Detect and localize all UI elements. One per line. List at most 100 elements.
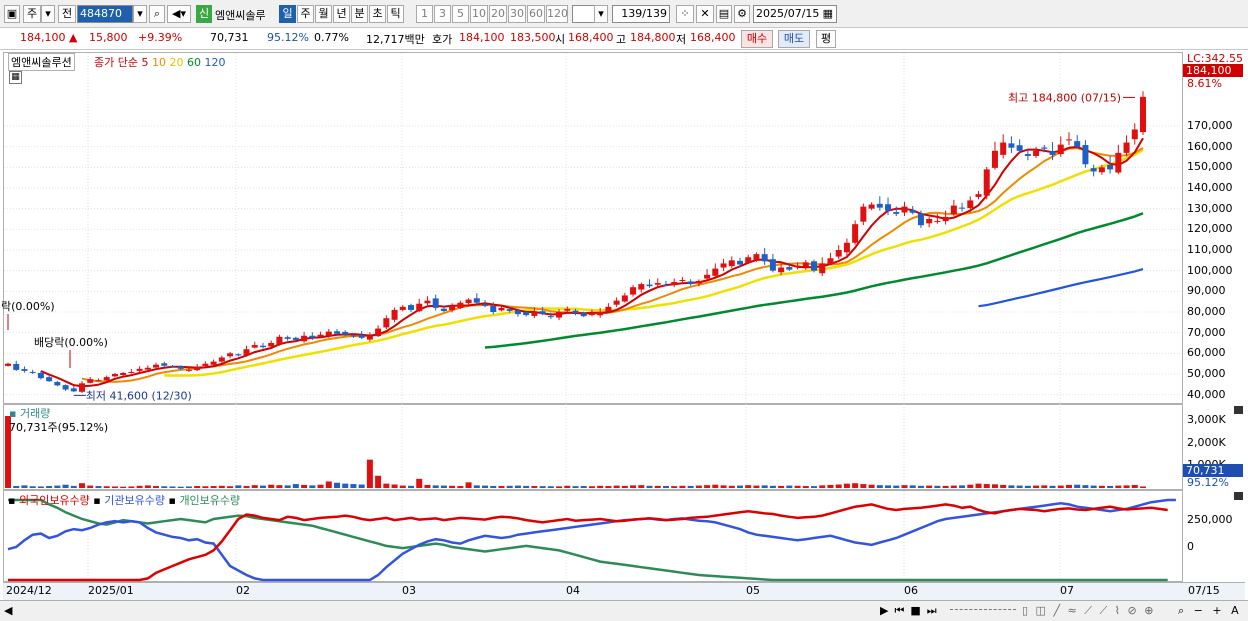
interval-button-20[interactable]: 20 [489,5,507,23]
sell-button[interactable]: 매도 [778,30,810,48]
x-label-07: 07 [1060,584,1074,597]
chart-title[interactable]: 엠앤씨솔루션 [8,53,75,71]
institution-legend[interactable]: 기관보유수량 [104,494,165,507]
date-input[interactable]: 2025/07/15 ▦ [753,5,837,23]
date-value: 2025/07/15 [756,7,820,20]
vol-tick-2000: 2,000K [1187,436,1226,449]
period-button-3[interactable]: 년 [333,5,350,23]
price-change: 15,800 [89,31,128,44]
price-tick-0: 170,000 [1187,119,1233,132]
drawing-tools-icon[interactable]: ▯ ◫ ╱ ≈ ⟋ ⟋ ⌇ ⊘ ⊕ [1022,604,1155,618]
price-tick-5: 120,000 [1187,222,1233,236]
price-tick-9: 80,000 [1187,305,1226,318]
hold-tick-0: 0 [1187,540,1194,553]
x-label-05: 05 [746,584,760,597]
tools-icon[interactable]: ✕ [696,5,714,23]
foreign-legend[interactable]: 외국인보유수량 [19,494,90,507]
stock-code-input[interactable]: 484870 [77,5,133,23]
ma20-legend[interactable]: 20 [169,56,183,69]
market-dropdown-icon[interactable]: ▾ [41,5,55,23]
hoga-label: 호가 [432,33,453,46]
code-dropdown-icon[interactable]: ▾ [133,5,147,23]
scroll-left-icon[interactable]: ◀ [4,604,12,617]
individual-legend[interactable]: 개인보유수량 [179,494,240,507]
bottom-bar: ◀ ▶⏮■⏭ ▯ ◫ ╱ ≈ ⟋ ⟋ ⌇ ⊘ ⊕ ⌕ − + A [0,600,1248,621]
window-menu-icon[interactable]: ▣ [4,5,20,23]
price-tick-13: 40,000 [1187,387,1226,401]
holdings-legend: ▪ 외국인보유수량 ▪ 기관보유수량 ▪ 개인보유수량 [8,494,241,507]
volume-value: 70,731 [210,31,249,44]
high-price: 184,800 [630,31,676,44]
price-tick-3: 140,000 [1187,181,1233,194]
x-axis [3,582,1245,600]
x-label-02: 02 [236,584,250,597]
quote-bar: 184,100 ▲ 15,800 +9.39% 70,731 95.12% 0.… [0,28,1248,50]
unit-dropdown-icon[interactable]: ▾ [594,5,608,23]
buy-button[interactable]: 매수 [741,30,773,48]
network-icon[interactable]: ⁘ [676,5,694,23]
ma10-legend[interactable]: 10 [152,56,166,69]
gear-icon[interactable]: ⚙ [734,5,750,23]
x-label-2024-12: 2024/12 [6,584,52,597]
speaker-icon[interactable]: ◀▾ [167,5,191,23]
new-badge: 신 [196,5,212,23]
ma120-legend[interactable]: 120 [204,56,225,69]
volume-pane-close-icon[interactable] [1234,406,1243,414]
price-tick-11: 60,000 [1187,346,1226,360]
x-label-current: 07/15 [1188,584,1220,597]
interval-button-60[interactable]: 60 [527,5,545,23]
scroll-slider[interactable] [950,609,1016,613]
interval-button-3[interactable]: 3 [434,5,451,23]
period-button-5[interactable]: 초 [369,5,386,23]
period-button-4[interactable]: 분 [351,5,368,23]
stock-name: 엠앤씨솔루 [215,9,266,22]
volume-annotation: 70,731주(95.12%) [9,421,109,434]
period-button-6[interactable]: 틱 [387,5,404,23]
count-total: /139 [642,7,667,20]
interval-button-30[interactable]: 30 [508,5,526,23]
volume-pane[interactable] [3,404,1183,490]
avg-button[interactable]: 평 [816,30,836,48]
count-field[interactable]: 139/139 [612,5,670,23]
price-tick-1: 160,000 [1187,139,1233,153]
interval-button-1[interactable]: 1 [416,5,433,23]
search-icon[interactable]: ⌕ [149,5,165,23]
calendar-icon[interactable]: ▦ [823,6,833,22]
current-price: 184,100 ▲ [20,31,78,44]
period-button-1[interactable]: 주 [297,5,314,23]
playback-controls[interactable]: ▶⏮■⏭ [880,604,943,618]
open-label: 시 [555,33,566,46]
x-label-06: 06 [904,584,918,597]
trade-amount: 12,717백만 [366,33,425,46]
price-tick-4: 130,000 [1187,201,1233,215]
grid-icon[interactable]: ▦ [9,71,22,84]
price-tick-7: 100,000 [1187,263,1233,277]
ma-legend: 종가 단순 5 10 20 60 120 [94,54,225,70]
prefix-select[interactable]: 전 [58,5,76,23]
price-tick-6: 110,000 [1187,243,1233,256]
zoom-controls[interactable]: ⌕ − + A [1178,604,1242,618]
holdings-pane-close-icon[interactable] [1234,492,1243,500]
market-select[interactable]: 주 [23,5,41,23]
save-icon[interactable]: ▤ [716,5,732,23]
interval-button-120[interactable]: 120 [546,5,568,23]
period-button-0[interactable]: 일 [279,5,296,23]
hoga-bid: 184,100 [459,31,505,44]
low-label: 저 [676,33,687,46]
x-label-04: 04 [566,584,580,597]
interval-button-10[interactable]: 10 [470,5,488,23]
pct-label: 8.61% [1187,77,1222,90]
period-button-2[interactable]: 월 [315,5,332,23]
low-price: 168,400 [690,31,736,44]
price-pane[interactable] [3,52,1183,404]
count-value: 139 [621,7,643,20]
ma5-legend[interactable]: 종가 단순 5 [94,56,148,69]
ma60-legend[interactable]: 60 [187,56,201,69]
hold-tick-250000: 250,000 [1187,513,1233,526]
price-tick-2: 150,000 [1187,160,1233,174]
price-tick-8: 90,000 [1187,284,1226,298]
vol-tick-3000: 3,000K [1187,413,1226,426]
interval-button-5[interactable]: 5 [452,5,469,23]
high-label: 고 [616,33,627,46]
volume-ratio: 95.12% [267,31,309,44]
